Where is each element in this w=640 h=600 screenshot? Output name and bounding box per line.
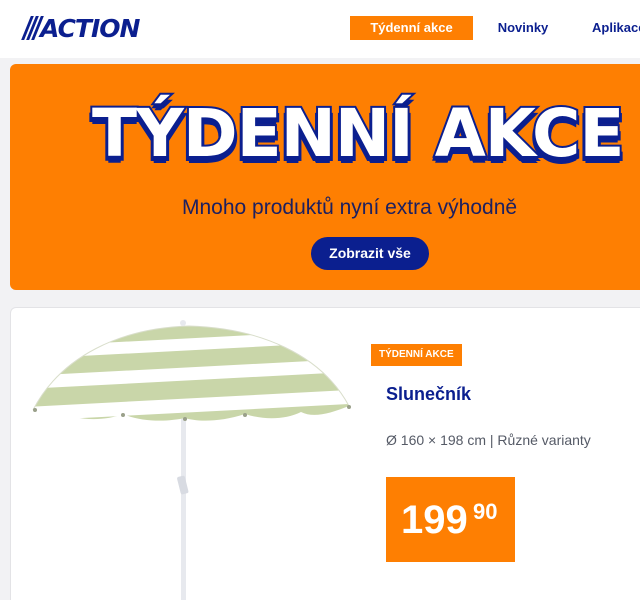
logo-stripes-icon bbox=[21, 16, 44, 40]
product-card[interactable]: TÝDENNÍ AKCE Slunečník Ø 160 × 198 cm | … bbox=[10, 307, 640, 600]
nav-news[interactable]: Novinky bbox=[487, 16, 559, 40]
product-details: Ø 160 × 198 cm | Různé varianty bbox=[386, 432, 591, 448]
product-name[interactable]: Slunečník bbox=[386, 384, 471, 405]
hero-subtitle: Mnoho produktů nyní extra výhodně bbox=[182, 196, 518, 219]
price-tag: 199 90 bbox=[386, 477, 515, 562]
weekly-deal-badge: TÝDENNÍ AKCE bbox=[371, 344, 462, 366]
nav-app[interactable]: Aplikace bbox=[592, 16, 640, 40]
page: ACTION Týdenní akce Novinky Aplikace TÝD… bbox=[0, 0, 640, 600]
price-main: 199 bbox=[401, 498, 468, 542]
hero-banner: TÝDENNÍ AKCE Mnoho produktů nyní extra v… bbox=[10, 64, 640, 290]
hero-title: TÝDENNÍ AKCE bbox=[90, 93, 626, 174]
nav-weekly-deals[interactable]: Týdenní akce bbox=[350, 16, 473, 40]
beach-umbrella-icon[interactable] bbox=[31, 316, 361, 600]
action-logo[interactable]: ACTION bbox=[21, 13, 140, 43]
price-cents: 90 bbox=[473, 499, 498, 524]
show-all-button[interactable]: Zobrazit vše bbox=[311, 237, 429, 270]
site-header: ACTION Týdenní akce Novinky Aplikace bbox=[0, 0, 640, 58]
logo-text: ACTION bbox=[40, 13, 140, 43]
